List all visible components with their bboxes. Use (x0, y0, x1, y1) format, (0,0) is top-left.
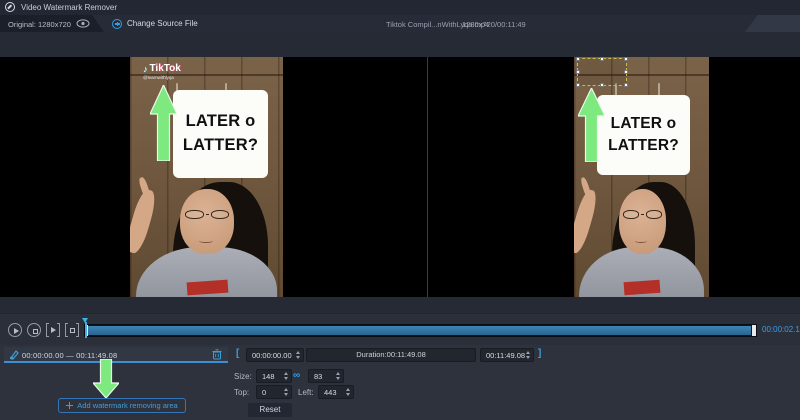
app-title: Video Watermark Remover (21, 3, 117, 12)
size-width-stepper[interactable] (282, 372, 289, 380)
size-height-stepper[interactable] (334, 372, 341, 380)
change-source-file-label: Change Source File (127, 19, 198, 28)
pane-divider (427, 57, 428, 297)
caption-line1: LATER o (173, 110, 268, 134)
caption-bubble: LATER o LATTER? (597, 95, 690, 175)
selection-handle[interactable] (624, 57, 628, 61)
start-time-value: 00:00:00.00 (252, 351, 292, 360)
top-value: 0 (262, 388, 266, 397)
person-face (619, 189, 666, 254)
start-time-input[interactable]: 00:00:00.00 (246, 348, 304, 362)
original-resolution-label: Original: 1280x720 (8, 20, 71, 29)
selection-handle[interactable] (576, 57, 580, 61)
stop-button[interactable] (27, 323, 41, 337)
stop-selection-button[interactable] (65, 323, 79, 337)
output-video-preview: LATER o LATTER? (574, 57, 709, 297)
top-label: Top: (234, 388, 249, 397)
plus-circle-icon (112, 19, 122, 29)
start-time-stepper[interactable] (294, 351, 301, 359)
app-logo-icon (5, 2, 15, 12)
selection-handle[interactable] (576, 70, 580, 74)
top-input[interactable]: 0 (256, 385, 292, 399)
watermark-selection-box[interactable] (577, 58, 627, 86)
selection-handle[interactable] (600, 83, 604, 87)
trim-end-bracket[interactable]: ] (538, 348, 541, 359)
size-height-input[interactable]: 83 (308, 369, 344, 383)
selection-handle[interactable] (624, 83, 628, 87)
annotation-arrow-down (93, 359, 119, 398)
add-watermark-area-button[interactable]: Add watermark removing area (58, 398, 186, 413)
video-watermark-remover-window: Video Watermark Remover Original: 1280x7… (0, 0, 800, 420)
preview-eye-icon[interactable] (76, 19, 90, 28)
size-label: Size: (234, 372, 252, 381)
aspect-link-icon[interactable]: ∞ (293, 370, 300, 381)
annotation-arrow-up-left (150, 85, 177, 161)
person-finger (580, 177, 592, 199)
selection-handle[interactable] (624, 70, 628, 74)
selection-handle[interactable] (576, 83, 580, 87)
trim-start-bracket[interactable]: [ (236, 348, 239, 359)
left-label: Left: (298, 388, 314, 397)
size-width-value: 148 (262, 372, 275, 381)
original-video-preview: LATER o LATTER? ♪ TikTok @learnwithlyqa (130, 57, 283, 297)
end-time-value: 00:11:49.08 (486, 351, 525, 360)
toolbar: Original: 1280x720 Change Source File Ti… (0, 15, 800, 32)
change-source-file-button[interactable]: Change Source File (112, 18, 198, 29)
top-stepper[interactable] (282, 388, 289, 396)
person-face (180, 189, 234, 254)
left-stepper[interactable] (344, 388, 351, 396)
size-width-input[interactable]: 148 (256, 369, 292, 383)
title-bar: Video Watermark Remover (0, 0, 800, 15)
tiktok-username: @learnwithlyqa (143, 75, 181, 80)
tiktok-brand-text: TikTok (150, 63, 181, 74)
trim-handle-right[interactable] (752, 325, 756, 336)
end-time-stepper[interactable] (524, 351, 531, 359)
watermark-settings-panel: 00:00:00.00 — 00:11:49.08 Add watermark … (0, 345, 800, 420)
trash-icon[interactable] (212, 349, 222, 360)
tiktok-watermark: ♪ TikTok @learnwithlyqa (143, 63, 181, 80)
loaded-file-meta: 1280x720/00:11:49 (462, 20, 526, 29)
timeline-track[interactable] (84, 324, 757, 337)
reset-button[interactable]: Reset (248, 403, 292, 417)
play-selection-button[interactable] (46, 323, 60, 337)
left-input[interactable]: 443 (318, 385, 354, 399)
caption-bubble: LATER o LATTER? (173, 90, 268, 178)
tiktok-note-icon: ♪ (143, 64, 148, 74)
annotation-arrow-up-right (578, 88, 605, 162)
current-time-display: 00:00:02.13/0 (762, 325, 800, 334)
selection-handle[interactable] (600, 57, 604, 61)
preview-area: LATER o LATTER? ♪ TikTok @learnwithlyqa (0, 32, 800, 313)
caption-line2: LATTER? (173, 134, 268, 158)
caption-line2: LATTER? (597, 135, 690, 157)
plus-icon (66, 402, 73, 409)
person-finger (138, 176, 151, 199)
playhead-marker[interactable] (82, 318, 89, 338)
timeline-selected-range[interactable] (87, 326, 751, 335)
watermark-area-icon (9, 349, 19, 360)
play-button[interactable] (8, 323, 22, 337)
caption-line1: LATER o (597, 113, 690, 135)
size-height-value: 83 (314, 372, 322, 381)
duration-display: Duration:00:11:49.08 (306, 348, 476, 362)
left-value: 443 (324, 388, 337, 397)
person-glasses (623, 209, 662, 220)
original-resolution-tab[interactable]: Original: 1280x720 (0, 15, 104, 32)
end-time-input[interactable]: 00:11:49.08 (480, 348, 534, 362)
person-glasses (185, 209, 229, 220)
add-watermark-area-label: Add watermark removing area (77, 401, 177, 410)
playback-bar: 00:00:02.13/0 (0, 313, 800, 345)
